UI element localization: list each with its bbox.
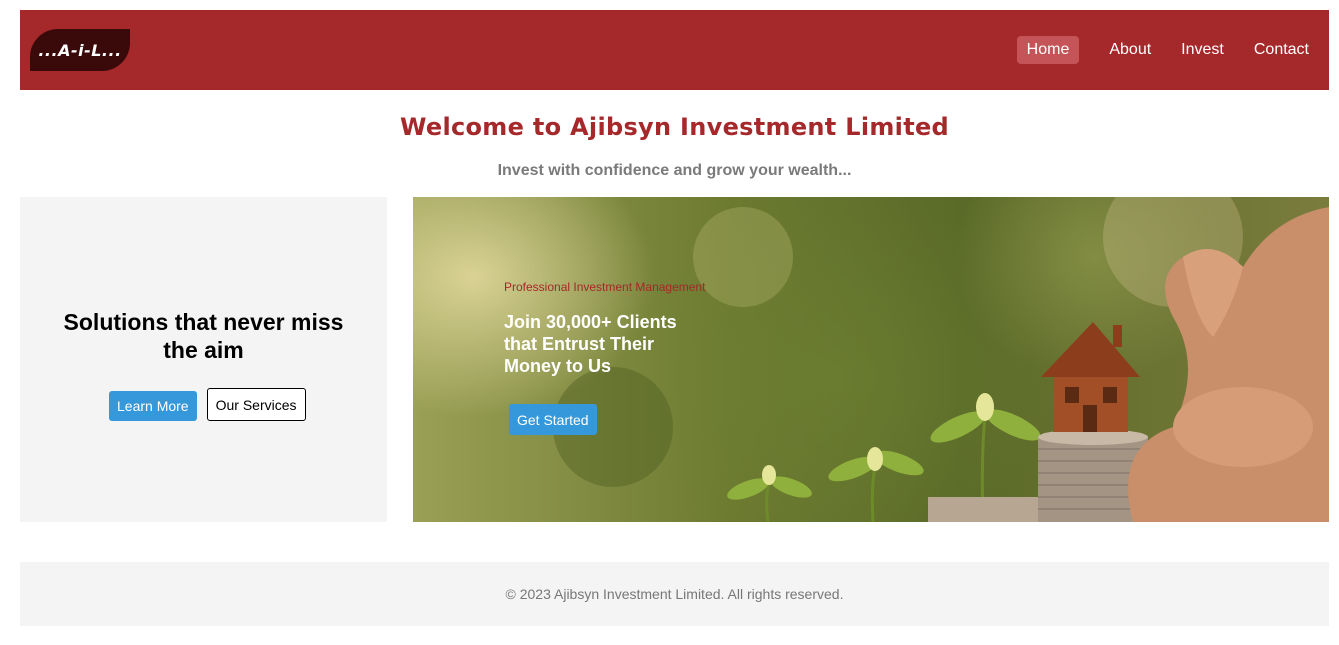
nav-item-home[interactable]: Home — [1016, 36, 1080, 64]
intro-buttons: Learn More Our Services — [109, 388, 306, 421]
navbar: ...A-i-L... Home About Invest Contact — [20, 10, 1329, 90]
nav-item-invest[interactable]: Invest — [1171, 36, 1234, 64]
hero-subtitle: Professional Investment Management — [504, 280, 706, 294]
our-services-button[interactable]: Our Services — [206, 388, 306, 421]
footer: © 2023 Ajibsyn Investment Limited. All r… — [20, 562, 1329, 626]
hero-banner: Professional Investment Management Join … — [413, 197, 1329, 522]
nav-links: Home About Invest Contact — [1016, 36, 1319, 64]
intro-panel: Solutions that never miss the aim Learn … — [20, 197, 387, 522]
intro-title: Solutions that never miss the aim — [63, 309, 344, 363]
page-tagline: Invest with confidence and grow your wea… — [497, 162, 852, 179]
page-title: Welcome to Ajibsyn Investment Limited — [399, 113, 950, 141]
logo[interactable]: ...A-i-L... — [30, 29, 130, 71]
get-started-button[interactable]: Get Started — [509, 404, 597, 435]
nav-item-about[interactable]: About — [1099, 36, 1161, 64]
hero-title: Join 30,000+ Clients that Entrust Their … — [504, 312, 677, 376]
learn-more-button[interactable]: Learn More — [109, 391, 197, 421]
footer-copyright: © 2023 Ajibsyn Investment Limited. All r… — [505, 586, 844, 602]
nav-item-contact[interactable]: Contact — [1244, 36, 1319, 64]
